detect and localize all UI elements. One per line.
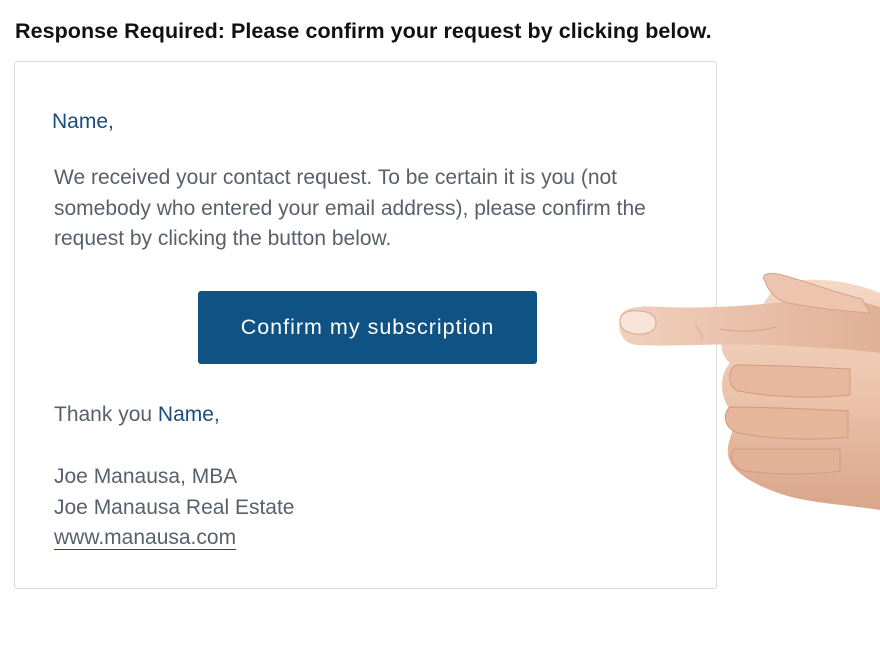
signature-company: Joe Manausa Real Estate [54,495,295,519]
pointing-hand-icon [619,272,880,510]
signature-name: Joe Manausa, MBA [54,465,238,488]
signature-block: Joe Manausa, MBA Joe Manausa Real Estate… [54,462,294,554]
greeting-name: Name, [52,110,114,133]
email-body-text: We received your contact request. To be … [54,166,646,250]
confirm-subscription-button[interactable]: Confirm my subscription [198,291,537,364]
thanks-line: Thank you Name, [54,403,220,427]
thanks-name: Name, [157,403,220,426]
website-link[interactable]: www.manausa.com [54,526,237,550]
email-headline: Response Required: Please confirm your r… [15,19,712,43]
thanks-prefix: Thank you [54,403,158,426]
